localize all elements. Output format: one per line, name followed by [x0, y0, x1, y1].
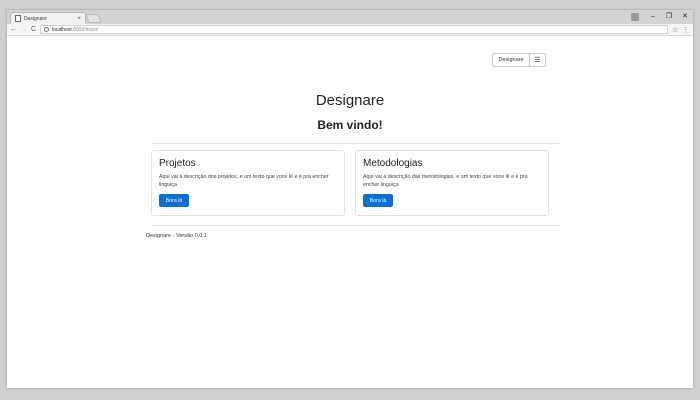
card-metodologias: Metodologias Aqui vai a descrição das me… — [355, 150, 549, 216]
tab-close-icon[interactable]: × — [77, 16, 81, 22]
header-button-group: Designare ☰ — [492, 53, 546, 67]
card-text: Aqui vai a descrição dos projetos, e um … — [159, 174, 329, 188]
profile-icon[interactable] — [631, 13, 639, 21]
browser-tab[interactable]: Designare × — [10, 12, 86, 24]
minimize-button[interactable]: – — [645, 10, 661, 24]
page-content: Designare ☰ Designare Bem vindo! Projeto… — [7, 36, 693, 387]
card-title: Metodologias — [363, 158, 423, 169]
url-host: localhost — [52, 26, 72, 33]
bookmark-star-icon[interactable]: ☆ — [671, 26, 679, 34]
card-button-metodologias[interactable]: Bora lá — [363, 194, 393, 207]
card-projetos: Projetos Aqui vai a descrição dos projet… — [151, 150, 345, 216]
address-bar[interactable]: localhost:8000/inicio/ — [40, 25, 668, 34]
card-title: Projetos — [159, 158, 196, 169]
browser-menu-icon[interactable]: ⋮ — [682, 26, 690, 34]
card-text: Aqui vai a descrição das metodologias, e… — [363, 174, 528, 188]
url-text: localhost:8000/inicio/ — [52, 27, 98, 33]
divider — [152, 143, 561, 144]
tab-title: Designare — [24, 15, 47, 22]
divider — [152, 225, 561, 226]
brand-button[interactable]: Designare — [492, 53, 530, 67]
tab-strip: Designare × – ❐ ✕ — [7, 10, 693, 24]
card-button-projetos[interactable]: Bora lá — [159, 194, 189, 207]
window-controls: – ❐ ✕ — [631, 10, 693, 24]
url-path: :8000/inicio/ — [71, 26, 99, 33]
close-window-button[interactable]: ✕ — [677, 10, 693, 24]
browser-toolbar: ← → C localhost:8000/inicio/ ☆ ⋮ — [7, 24, 693, 36]
welcome-heading: Bem vindo! — [317, 118, 383, 132]
browser-window: Designare × – ❐ ✕ ← → C localhost:8000/i… — [7, 10, 693, 388]
restore-button[interactable]: ❐ — [661, 10, 677, 24]
page-icon — [15, 15, 21, 22]
back-button[interactable]: ← — [10, 24, 17, 36]
hamburger-menu-icon[interactable]: ☰ — [530, 53, 546, 67]
reload-button[interactable]: C — [30, 24, 37, 36]
footer-text: Designare - Versão 0.0.1 — [146, 233, 207, 239]
new-tab-button[interactable] — [85, 14, 102, 23]
page-title: Designare — [315, 92, 385, 109]
forward-button[interactable]: → — [20, 24, 27, 36]
info-icon[interactable] — [44, 27, 49, 32]
